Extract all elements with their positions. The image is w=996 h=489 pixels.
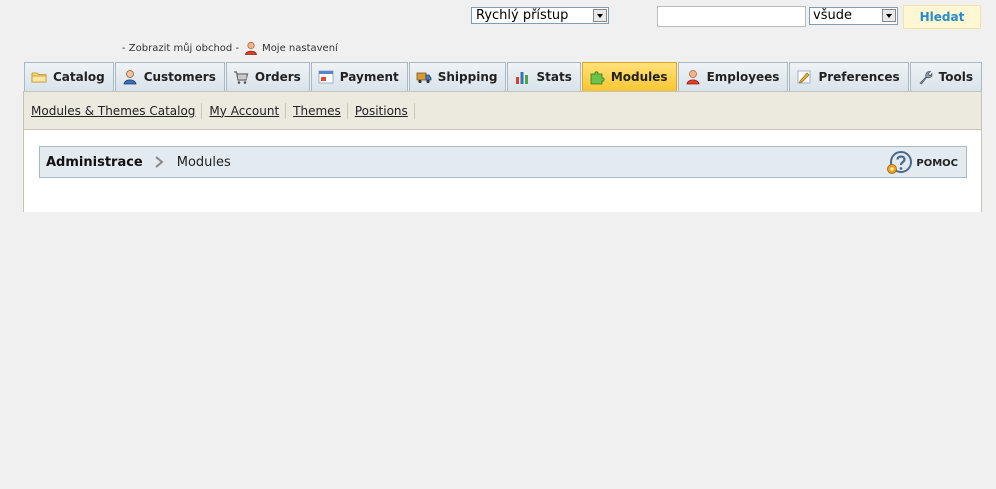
subtab-my-account[interactable]: My Account — [209, 102, 287, 119]
shop-links: - Zobrazit můj obchod - Moje nastavení — [122, 41, 338, 55]
subtab-themes[interactable]: Themes — [293, 102, 348, 119]
tab-preferences[interactable]: Preferences — [789, 62, 909, 91]
puzzle-icon — [590, 71, 605, 85]
tab-payment[interactable]: Payment — [310, 62, 408, 91]
tab-label: Shipping — [437, 70, 498, 84]
tab-label: Modules — [610, 70, 668, 84]
cart-icon — [233, 71, 249, 84]
tab-label: Stats — [536, 70, 572, 84]
tab-shipping[interactable]: Shipping — [408, 62, 507, 91]
tab-label: Payment — [339, 70, 399, 84]
employee-icon — [686, 70, 700, 85]
help-button[interactable]: POMOC — [886, 150, 958, 176]
chart-icon — [516, 72, 529, 84]
tab-label: Employees — [706, 70, 780, 84]
tab-modules[interactable]: Modules — [581, 62, 677, 91]
chevron-down-icon[interactable] — [593, 9, 607, 22]
payment-icon — [318, 70, 334, 84]
search-button[interactable]: Hledat — [903, 5, 981, 29]
tab-orders[interactable]: Orders — [225, 62, 310, 91]
tab-label: Orders — [254, 70, 301, 84]
tab-label: Catalog — [53, 70, 105, 84]
chevron-right-icon — [155, 156, 164, 168]
view-shop-link[interactable]: - Zobrazit můj obchod - — [122, 43, 239, 54]
tab-catalog[interactable]: Catalog — [24, 62, 114, 91]
truck-icon — [416, 72, 432, 84]
tab-employees[interactable]: Employees — [677, 62, 789, 91]
search-input[interactable] — [657, 6, 806, 27]
subtab-positions[interactable]: Positions — [355, 102, 415, 119]
tab-customers[interactable]: Customers — [114, 62, 225, 91]
my-settings-link[interactable]: Moje nastavení — [262, 43, 338, 54]
tab-stats[interactable]: Stats — [507, 62, 581, 91]
folder-icon — [31, 72, 47, 83]
quick-access-select[interactable]: Rychlý přístup — [471, 7, 609, 24]
help-icon — [887, 151, 913, 174]
search-scope-value: všude — [813, 8, 852, 23]
wrench-icon — [919, 71, 933, 85]
breadcrumb-current: Modules — [176, 154, 231, 170]
breadcrumb-root[interactable]: Administrace — [46, 155, 143, 170]
preferences-icon — [798, 70, 811, 84]
main-tabs: Catalog Customers Orders Payment Shippin… — [24, 62, 983, 91]
search-scope-select[interactable]: všude — [809, 7, 898, 25]
content-area: Administrace Modules POMOC — [23, 130, 982, 212]
breadcrumb: Administrace Modules POMOC — [39, 146, 967, 178]
help-label: POMOC — [916, 157, 958, 169]
customer-icon — [123, 70, 137, 85]
tab-label: Customers — [143, 70, 216, 84]
tab-label: Tools — [938, 70, 974, 84]
quick-access-value: Rychlý přístup — [476, 8, 569, 23]
chevron-down-icon[interactable] — [882, 9, 896, 22]
user-icon — [245, 41, 258, 55]
tab-label: Preferences — [818, 70, 900, 84]
subtab-catalog[interactable]: Modules & Themes Catalog — [31, 102, 203, 119]
tab-tools[interactable]: Tools — [909, 62, 983, 91]
subtab-bar: Modules & Themes Catalog My Account Them… — [23, 91, 982, 130]
